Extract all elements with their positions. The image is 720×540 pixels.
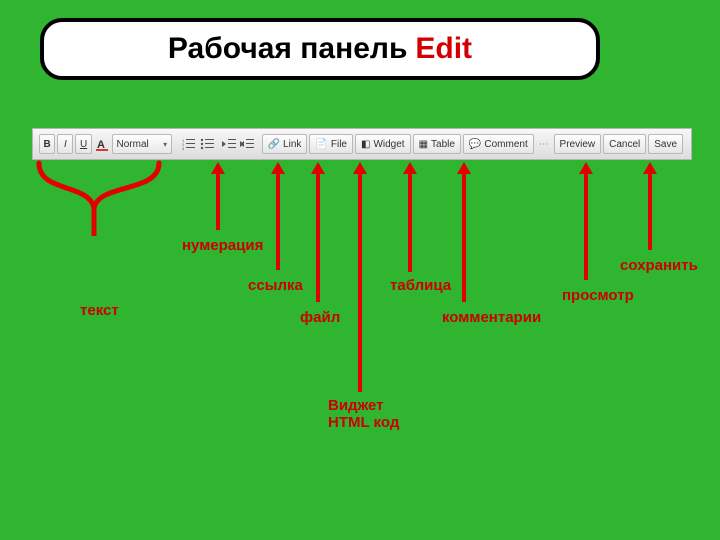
label-preview: просмотр xyxy=(562,288,634,305)
outdent-button[interactable] xyxy=(221,134,237,154)
save-button[interactable]: Save xyxy=(648,134,683,154)
cancel-button[interactable]: Cancel xyxy=(603,134,646,154)
arrow-widget xyxy=(358,172,362,392)
title-box: Рабочая панель Edit xyxy=(40,18,600,80)
edit-toolbar: B I U A Normal ▾ 123 🔗Link 📄File ◧Widget… xyxy=(32,128,692,160)
file-button[interactable]: 📄File xyxy=(309,134,353,154)
unordered-list-button[interactable] xyxy=(199,134,215,154)
arrow-comments xyxy=(462,172,466,302)
label-comments: комментарии xyxy=(442,310,541,327)
link-icon: 🔗 xyxy=(268,139,280,150)
widget-icon: ◧ xyxy=(361,139,370,150)
more-icon[interactable]: ⋯ xyxy=(536,134,552,154)
arrow-file xyxy=(316,172,320,302)
arrow-table xyxy=(408,172,412,272)
underline-button[interactable]: U xyxy=(75,134,91,154)
chevron-down-icon: ▾ xyxy=(163,140,167,149)
table-button[interactable]: ▦Table xyxy=(413,134,461,154)
preview-button[interactable]: Preview xyxy=(554,134,602,154)
comment-button[interactable]: 💬Comment xyxy=(463,134,534,154)
brace-icon xyxy=(34,158,164,238)
label-link: ссылка xyxy=(248,278,303,295)
label-file: файл xyxy=(300,310,340,327)
ordered-list-button[interactable]: 123 xyxy=(181,134,197,154)
label-text: текст xyxy=(80,303,119,320)
arrow-preview xyxy=(584,172,588,280)
format-select[interactable]: Normal ▾ xyxy=(112,134,173,154)
arrow-link xyxy=(276,172,280,270)
title-part1: Рабочая панель xyxy=(168,32,407,66)
arrow-save xyxy=(648,172,652,250)
widget-button[interactable]: ◧Widget xyxy=(355,134,411,154)
comment-icon: 💬 xyxy=(469,139,481,150)
format-select-value: Normal xyxy=(117,139,149,150)
table-icon: ▦ xyxy=(419,139,428,150)
bold-button[interactable]: B xyxy=(39,134,55,154)
text-color-icon[interactable]: A xyxy=(94,134,110,154)
title-part2: Edit xyxy=(415,32,472,66)
label-numbering: нумерация xyxy=(182,238,263,255)
link-button[interactable]: 🔗Link xyxy=(262,134,308,154)
label-widget: Виджет HTML код xyxy=(328,398,408,431)
label-table: таблица xyxy=(390,278,451,295)
italic-button[interactable]: I xyxy=(57,134,73,154)
indent-button[interactable] xyxy=(239,134,255,154)
label-save: сохранить xyxy=(620,258,698,275)
arrow-numbering xyxy=(216,172,220,230)
file-icon: 📄 xyxy=(315,139,327,150)
svg-text:3: 3 xyxy=(182,146,185,150)
